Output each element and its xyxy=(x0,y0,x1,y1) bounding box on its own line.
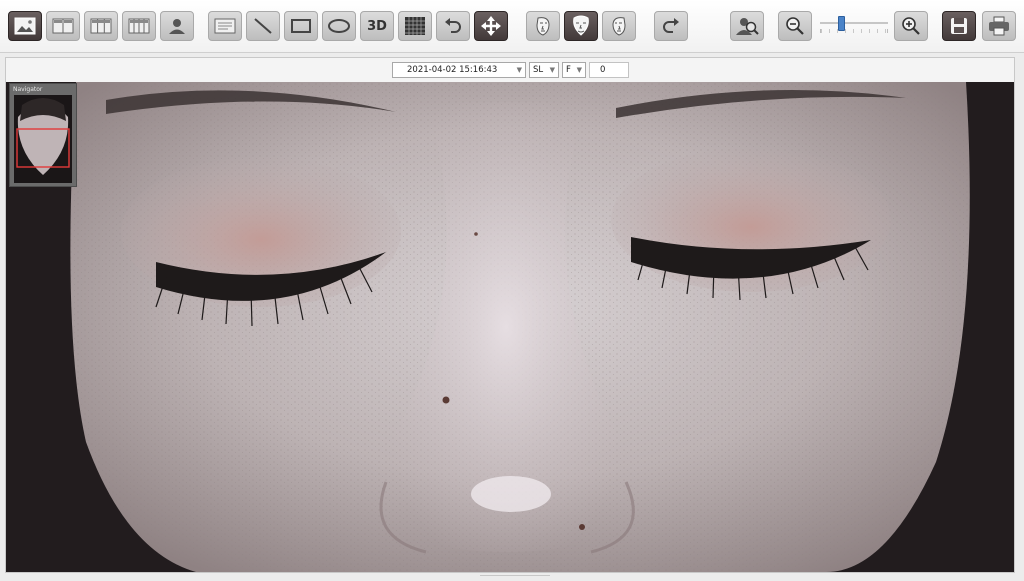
grid-tool-button[interactable] xyxy=(398,11,432,41)
redo-button[interactable] xyxy=(654,11,688,41)
zoom-in-icon xyxy=(902,17,920,35)
profile-button[interactable] xyxy=(160,11,194,41)
redo-icon xyxy=(663,18,679,33)
dual-view-button[interactable] xyxy=(46,11,80,41)
save-button[interactable] xyxy=(942,11,976,41)
view-3d-button[interactable]: 3D xyxy=(360,11,394,41)
chevron-down-icon: ▼ xyxy=(516,66,522,74)
text-note-button[interactable] xyxy=(208,11,242,41)
zoom-to-fit-button[interactable] xyxy=(730,11,764,41)
quad-view-button[interactable] xyxy=(122,11,156,41)
face-right-button[interactable] xyxy=(602,11,636,41)
date-select-value: 2021-04-02 15:16:43 xyxy=(407,65,498,75)
navigator-title: Navigator xyxy=(13,86,43,93)
zoom-out-icon xyxy=(786,17,804,35)
rectangle-icon xyxy=(291,19,311,33)
face-front-icon xyxy=(573,15,589,36)
face-left-icon xyxy=(536,17,550,36)
zoom-person-icon xyxy=(736,18,759,35)
ellipse-tool-button[interactable] xyxy=(322,11,356,41)
image-icon xyxy=(14,17,36,35)
line-tool-button[interactable] xyxy=(246,11,280,41)
face-left-button[interactable] xyxy=(526,11,560,41)
save-icon xyxy=(951,18,967,34)
zoom-in-button[interactable] xyxy=(894,11,928,41)
single-view-button[interactable] xyxy=(8,11,42,41)
split-2-icon xyxy=(52,18,74,34)
date-select[interactable]: 2021-04-02 15:16:43 ▼ xyxy=(392,62,526,78)
line-icon xyxy=(254,18,272,34)
pan-tool-button[interactable] xyxy=(474,11,508,41)
zoom-out-button[interactable] xyxy=(778,11,812,41)
split-4-icon xyxy=(128,18,150,34)
3d-icon: 3D xyxy=(367,18,387,34)
split-3-icon xyxy=(90,18,112,34)
grid-icon xyxy=(405,17,425,35)
print-button[interactable] xyxy=(982,11,1016,41)
view-select-value: F xyxy=(566,65,571,75)
navigator-thumbnail[interactable] xyxy=(14,95,72,183)
undo-icon xyxy=(445,18,461,33)
face-front-button[interactable] xyxy=(564,11,598,41)
ellipse-icon xyxy=(328,19,350,33)
rectangle-tool-button[interactable] xyxy=(284,11,318,41)
zoom-slider-track xyxy=(820,22,888,24)
filter-bar: 2021-04-02 15:16:43 ▼ SL ▼ F ▼ 0 xyxy=(392,62,629,80)
chevron-down-icon: ▼ xyxy=(576,66,582,74)
chevron-down-icon: ▼ xyxy=(549,66,555,74)
zoom-slider-thumb[interactable] xyxy=(838,16,846,31)
navigator-face-thumbnail xyxy=(14,95,72,183)
zoom-slider[interactable] xyxy=(818,12,890,40)
view-select[interactable]: F ▼ xyxy=(562,62,586,78)
triple-view-button[interactable] xyxy=(84,11,118,41)
face-right-icon xyxy=(612,17,626,36)
print-icon xyxy=(989,16,1009,36)
extra-field[interactable]: 0 xyxy=(589,62,629,78)
extra-field-value: 0 xyxy=(600,65,606,75)
mode-select[interactable]: SL ▼ xyxy=(529,62,559,78)
mode-select-value: SL xyxy=(533,65,544,75)
face-photo[interactable] xyxy=(6,82,1014,572)
image-panel: 2021-04-02 15:16:43 ▼ SL ▼ F ▼ 0 Navigat… xyxy=(5,57,1015,573)
text-box-icon xyxy=(214,18,236,34)
zoom-slider-ticks xyxy=(820,29,888,33)
undo-button[interactable] xyxy=(436,11,470,41)
move-icon xyxy=(481,16,501,36)
main-toolbar: 3D xyxy=(0,0,1024,53)
image-viewer[interactable]: Navigator xyxy=(6,82,1014,572)
status-strip xyxy=(480,575,550,581)
user-icon xyxy=(169,19,185,34)
navigator-panel[interactable]: Navigator xyxy=(9,83,77,187)
